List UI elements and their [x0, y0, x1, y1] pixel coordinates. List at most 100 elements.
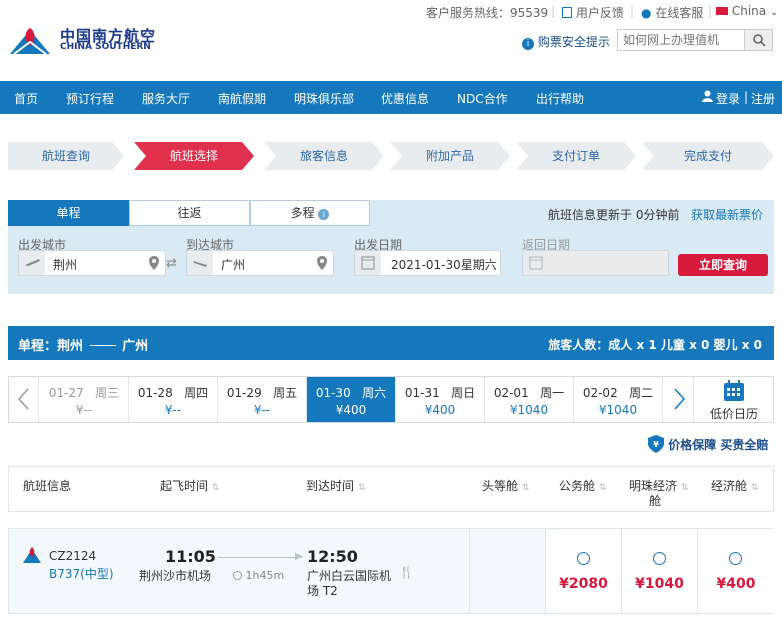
nav-item-service-hall[interactable]: 服务大厅: [142, 90, 190, 107]
location-pin-icon: [317, 256, 327, 270]
location-pin-icon: [149, 256, 159, 270]
date-option[interactable]: 01-27 周三 ¥--: [40, 377, 129, 422]
col-economy[interactable]: 经济舱 ⇅: [711, 477, 758, 494]
flight-search-panel: 单程 往返 多程 i 航班信息更新于 0分钟前 获取最新票价 出发城市 荆州 ⇄…: [8, 200, 774, 294]
aircraft-type-link[interactable]: B737(中型): [49, 565, 114, 582]
flight-row: CZ2124 B737(中型) 11:05 荆州沙市机场 ▶ 1h45m 12:…: [8, 528, 774, 614]
tab-multi-city[interactable]: 多程 i: [250, 200, 370, 226]
route-label: 单程：荆州 广州: [18, 339, 149, 354]
tab-one-way[interactable]: 单程: [8, 200, 129, 226]
col-business-class[interactable]: 公务舱 ⇅: [559, 477, 606, 494]
nav-item-home[interactable]: 首页: [14, 90, 38, 107]
nav-item-ndc[interactable]: NDC合作: [457, 90, 508, 107]
nav-item-holidays[interactable]: 南航假期: [218, 90, 266, 107]
divider: |: [551, 4, 556, 18]
step-add-ons: 附加产品: [390, 142, 510, 170]
search-button[interactable]: [744, 30, 772, 50]
col-flight-info: 航班信息: [23, 479, 72, 493]
depart-city-field[interactable]: 荆州: [18, 250, 166, 276]
nav-item-promotions[interactable]: 优惠信息: [381, 90, 429, 107]
nav-item-pearl-club[interactable]: 明珠俱乐部: [294, 90, 354, 107]
refresh-fares-link[interactable]: 获取最新票价: [691, 206, 763, 223]
clock-icon: [233, 571, 242, 580]
site-search: [617, 29, 773, 51]
depart-date-field[interactable]: 2021-01-30星期六: [354, 250, 501, 276]
price-guarantee-badge[interactable]: ¥ 价格保障 买贵全赔: [648, 435, 768, 455]
brand-name-en: CHINA SOUTHERN: [60, 42, 151, 52]
user-icon: ●: [641, 6, 652, 20]
meal-icon[interactable]: 🍴: [399, 565, 414, 579]
sort-icon: ⇅: [680, 483, 689, 493]
fare-economy[interactable]: ¥400: [697, 529, 774, 613]
fare-radio[interactable]: [577, 552, 590, 565]
chevron-right-icon: [674, 388, 686, 410]
hotline-text: 客户服务热线：95539: [426, 6, 549, 20]
depart-airport: 荆州沙市机场: [139, 569, 212, 583]
return-date-field[interactable]: [522, 250, 669, 276]
search-icon: [753, 34, 766, 47]
divider: |: [708, 4, 713, 18]
date-option[interactable]: 01-28 周四 ¥--: [129, 377, 218, 422]
date-option[interactable]: 01-31 周日 ¥400: [396, 377, 485, 422]
chevron-down-icon: ⌄: [769, 7, 779, 18]
col-first-class[interactable]: 头等舱 ⇅: [482, 477, 529, 494]
date-option[interactable]: 01-29 周五 ¥--: [218, 377, 307, 422]
register-link[interactable]: 注册: [751, 90, 775, 107]
col-depart-time[interactable]: 起飞时间 ⇅: [160, 477, 219, 494]
step-passenger-info: 旅客信息: [264, 142, 384, 170]
low-price-calendar-button[interactable]: 低价日历: [695, 377, 773, 422]
calendar-icon: [523, 251, 549, 275]
col-arrive-time[interactable]: 到达时间 ⇅: [306, 477, 365, 494]
swap-cities-icon[interactable]: ⇄: [166, 256, 177, 271]
date-option[interactable]: 02-01 周一 ¥1040: [485, 377, 574, 422]
step-complete: 完成支付: [642, 142, 774, 170]
arrive-time: 12:50: [307, 547, 358, 566]
main-nav: 首页 预订行程 服务大厅 南航假期 明珠俱乐部 优惠信息 NDC合作 出行帮助 …: [0, 81, 782, 114]
fare-price: ¥2080: [559, 576, 608, 592]
search-now-button[interactable]: 立即查询: [678, 254, 768, 276]
depart-city-value: 荆州: [53, 258, 78, 272]
fare-business[interactable]: ¥2080: [545, 529, 621, 613]
top-utility-bar: 客户服务热线：95539 | 用户反馈 | ● 在线客服 | China ⌄: [0, 0, 782, 22]
plane-landing-icon: [187, 251, 213, 275]
region-selector[interactable]: China ⌄: [716, 4, 778, 18]
china-southern-logo[interactable]: 中国南方航空 CHINA SOUTHERN: [8, 24, 158, 58]
col-pearl-economy-line2: 舱: [649, 494, 662, 508]
shield-icon: ¥: [648, 435, 664, 453]
ticket-safety-tip[interactable]: i 购票安全提示: [522, 33, 610, 50]
fare-price: ¥1040: [635, 576, 684, 592]
nav-item-booking[interactable]: 预订行程: [66, 90, 114, 107]
fare-pearl-economy[interactable]: ¥1040: [621, 529, 697, 613]
step-flight-search[interactable]: 航班查询: [8, 142, 124, 170]
date-option[interactable]: 02-02 周二 ¥1040: [574, 377, 663, 422]
calendar-icon: [724, 380, 744, 401]
fare-radio[interactable]: [729, 552, 742, 565]
sort-icon: ⇅: [750, 483, 759, 493]
airline-logo-icon: [23, 547, 41, 563]
next-dates-button[interactable]: [664, 377, 694, 422]
login-link[interactable]: 登录: [716, 90, 740, 107]
update-status: 航班信息更新于 0分钟前: [548, 208, 680, 222]
tab-round-trip[interactable]: 往返: [129, 200, 250, 226]
arrive-city-field[interactable]: 广州: [186, 250, 334, 276]
online-service-link[interactable]: ● 在线客服: [641, 4, 703, 21]
duration: 1h45m: [233, 569, 284, 582]
booking-steps: 航班查询 航班选择 旅客信息 附加产品 支付订单 完成支付: [8, 142, 778, 170]
arrow-right-icon: [89, 345, 116, 346]
info-icon: i: [318, 209, 330, 220]
feedback-link[interactable]: 用户反馈: [562, 4, 624, 21]
route-summary-bar: 单程：荆州 广州 旅客人数：成人 x 1 儿童 x 0 婴儿 x 0: [8, 326, 774, 360]
fare-radio[interactable]: [653, 552, 666, 565]
sort-icon: ⇅: [598, 483, 607, 493]
nav-item-travel-help[interactable]: 出行帮助: [536, 90, 584, 107]
flight-table-header: 航班信息 起飞时间 ⇅ 到达时间 ⇅ 头等舱 ⇅ 公务舱 ⇅ 明珠经济 ⇅ 舱 …: [8, 466, 774, 512]
divider: |: [630, 4, 635, 18]
plane-takeoff-icon: [19, 251, 45, 275]
date-carousel: 01-27 周三 ¥-- 01-28 周四 ¥-- 01-29 周五 ¥-- 0…: [8, 376, 774, 423]
info-icon: i: [522, 38, 534, 50]
site-search-input[interactable]: [618, 30, 743, 50]
fare-price: ¥400: [716, 576, 756, 592]
date-option-selected[interactable]: 01-30 周六 ¥400: [307, 377, 396, 422]
prev-dates-button[interactable]: [9, 377, 39, 422]
kapok-logo-icon: [10, 28, 50, 55]
